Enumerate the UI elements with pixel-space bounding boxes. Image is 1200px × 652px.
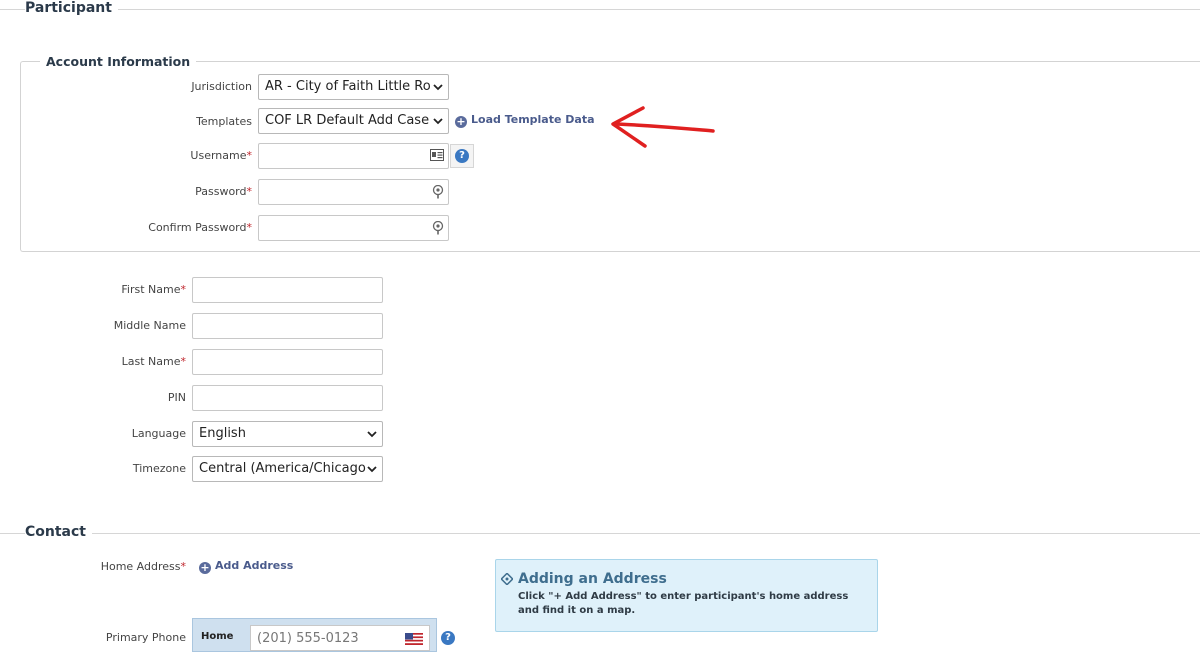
username-label: Username*	[190, 149, 252, 162]
first-name-input[interactable]	[192, 277, 383, 303]
load-template-data-link[interactable]: + Load Template Data	[455, 113, 595, 128]
primary-phone-input[interactable]: (201) 555-0123	[250, 625, 430, 651]
pin-input[interactable]	[192, 385, 383, 411]
info-box-title: Adding an Address	[518, 571, 667, 587]
username-input[interactable]	[258, 143, 449, 169]
last-name-input[interactable]	[192, 349, 383, 375]
chevron-down-icon	[433, 84, 443, 91]
help-icon[interactable]: ?	[455, 149, 469, 163]
password-label: Password*	[195, 185, 252, 198]
us-flag-icon[interactable]	[405, 633, 423, 645]
plus-circle-icon: +	[455, 115, 467, 128]
chevron-down-icon	[367, 431, 377, 438]
last-name-label: Last Name*	[121, 355, 186, 368]
templates-label: Templates	[196, 115, 252, 128]
info-box-text: Click "+ Add Address" to enter participa…	[518, 591, 849, 616]
info-diamond-icon	[501, 573, 513, 585]
middle-name-input[interactable]	[192, 313, 383, 339]
confirm-password-input[interactable]	[258, 215, 449, 241]
password-input[interactable]	[258, 179, 449, 205]
account-information-legend: Account Information	[40, 54, 197, 69]
divider	[0, 9, 1200, 10]
pin-label: PIN	[167, 391, 186, 404]
confirm-password-label: Confirm Password*	[148, 221, 252, 234]
help-icon[interactable]: ?	[441, 631, 455, 645]
primary-phone-label: Primary Phone	[105, 631, 186, 644]
language-label: Language	[131, 427, 186, 440]
timezone-select[interactable]: Central (America/Chicago	[192, 456, 383, 482]
middle-name-label: Middle Name	[113, 319, 186, 332]
section-title-contact: Contact	[25, 524, 92, 540]
jurisdiction-select[interactable]: AR - City of Faith Little Ro	[258, 74, 449, 100]
phone-type-label[interactable]: Home	[201, 631, 233, 642]
chevron-down-icon	[433, 118, 443, 125]
plus-circle-icon: +	[199, 561, 211, 574]
annotation-arrow-icon	[611, 106, 715, 148]
timezone-label: Timezone	[132, 462, 186, 475]
primary-phone-group: Home (201) 555-0123	[192, 618, 437, 652]
first-name-label: First Name*	[121, 283, 186, 296]
id-card-icon[interactable]	[430, 149, 444, 161]
key-icon[interactable]	[432, 185, 444, 199]
chevron-down-icon	[367, 466, 377, 473]
divider	[0, 533, 1200, 534]
templates-select[interactable]: COF LR Default Add Case	[258, 108, 449, 134]
key-icon[interactable]	[432, 221, 444, 235]
home-address-label: Home Address*	[100, 560, 186, 573]
language-select[interactable]: English	[192, 421, 383, 447]
adding-address-info-box: Adding an Address Click "+ Add Address" …	[495, 559, 878, 632]
add-address-link[interactable]: + Add Address	[199, 559, 293, 574]
jurisdiction-label: Jurisdiction	[191, 80, 252, 93]
section-title-participant: Participant	[25, 0, 118, 16]
